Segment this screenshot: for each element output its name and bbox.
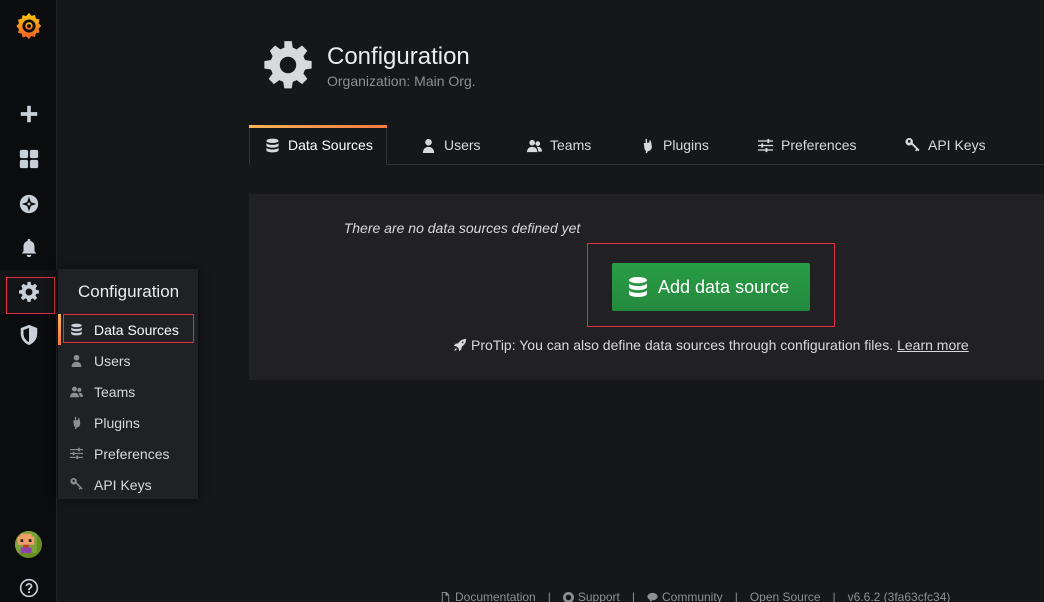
tab-teams[interactable]: Teams bbox=[526, 125, 591, 165]
tab-users[interactable]: Users bbox=[420, 125, 481, 165]
configuration-flyout-menu: Configuration Data Sources Users Teams P… bbox=[58, 269, 198, 499]
flyout-item-label: Plugins bbox=[94, 414, 140, 431]
gear-icon[interactable] bbox=[0, 270, 57, 314]
shield-icon[interactable] bbox=[0, 313, 57, 357]
avatar[interactable] bbox=[0, 522, 57, 566]
flyout-item-data-sources[interactable]: Data Sources bbox=[58, 314, 198, 345]
tab-data-sources[interactable]: Data Sources bbox=[249, 125, 387, 165]
database-icon bbox=[627, 276, 649, 298]
tab-preferences[interactable]: Preferences bbox=[757, 125, 856, 165]
flyout-item-label: API Keys bbox=[94, 476, 152, 493]
rocket-icon bbox=[453, 338, 467, 352]
footer-support-link[interactable]: Support bbox=[562, 590, 620, 602]
tab-label: Data Sources bbox=[288, 137, 373, 153]
add-data-source-label: Add data source bbox=[658, 276, 790, 297]
flyout-title: Configuration bbox=[78, 282, 180, 301]
question-icon[interactable] bbox=[0, 566, 57, 602]
footer-support-label: Support bbox=[577, 590, 620, 602]
footer-documentation-link[interactable]: Documentation bbox=[440, 590, 536, 602]
tab-label: Plugins bbox=[663, 137, 709, 153]
sliders-icon bbox=[757, 137, 773, 153]
plug-icon bbox=[639, 137, 655, 153]
footer-version: v6.6.2 (3fa63cfc34) bbox=[848, 590, 951, 602]
flyout-item-api-keys[interactable]: API Keys bbox=[58, 469, 198, 500]
footer-version-label: v6.6.2 (3fa63cfc34) bbox=[847, 590, 951, 602]
protip-text: ProTip: You can also define data sources… bbox=[471, 337, 894, 353]
footer-open-source-label: Open Source bbox=[749, 590, 821, 602]
users-icon bbox=[69, 385, 83, 399]
tab-label: Users bbox=[444, 137, 481, 153]
sliders-icon bbox=[69, 447, 83, 461]
flyout-item-plugins[interactable]: Plugins bbox=[58, 407, 198, 438]
user-icon bbox=[420, 137, 436, 153]
dashboards-grid-icon[interactable] bbox=[0, 137, 57, 181]
footer-separator: | bbox=[734, 590, 738, 602]
footer-separator: | bbox=[832, 590, 836, 602]
flyout-item-preferences[interactable]: Preferences bbox=[58, 438, 198, 469]
tab-label: API Keys bbox=[928, 137, 986, 153]
users-icon bbox=[526, 137, 542, 153]
flyout-item-label: Teams bbox=[94, 383, 136, 400]
footer-separator: | bbox=[631, 590, 635, 602]
key-icon bbox=[904, 137, 920, 153]
flyout-item-label: Users bbox=[94, 352, 131, 369]
footer-community-link[interactable]: Community bbox=[647, 590, 723, 602]
highlight-frame bbox=[6, 277, 55, 314]
footer-documentation-label: Documentation bbox=[455, 590, 536, 602]
grafana-logo-icon[interactable] bbox=[0, 4, 57, 48]
tab-label: Teams bbox=[550, 137, 592, 153]
side-menu bbox=[0, 0, 57, 602]
flyout-item-label: Preferences bbox=[94, 445, 170, 462]
flyout-item-users[interactable]: Users bbox=[58, 345, 198, 376]
plug-icon bbox=[69, 416, 83, 430]
database-icon bbox=[264, 137, 280, 153]
flyout-item-teams[interactable]: Teams bbox=[58, 376, 198, 407]
tab-label: Preferences bbox=[781, 137, 857, 153]
page-title: Configuration bbox=[327, 43, 470, 70]
lifebuoy-icon bbox=[562, 591, 574, 602]
gear-icon bbox=[262, 39, 314, 91]
highlight-frame bbox=[63, 314, 194, 343]
tab-api-keys[interactable]: API Keys bbox=[904, 125, 986, 165]
empty-state-message: There are no data sources defined yet bbox=[343, 220, 581, 236]
create-plus-icon[interactable] bbox=[0, 92, 57, 136]
protip: ProTip: You can also define data sources… bbox=[453, 337, 969, 353]
footer-separator: | bbox=[547, 590, 551, 602]
user-icon bbox=[69, 354, 83, 368]
comments-icon bbox=[647, 592, 658, 602]
add-data-source-button[interactable]: Add data source bbox=[612, 263, 810, 311]
footer-open-source-link[interactable]: Open Source bbox=[750, 590, 821, 602]
page-subtitle: Organization: Main Org. bbox=[327, 73, 476, 89]
key-icon bbox=[69, 478, 83, 492]
footer: Documentation | Support | Community | Op… bbox=[440, 590, 950, 602]
tab-plugins[interactable]: Plugins bbox=[639, 125, 709, 165]
document-icon bbox=[441, 591, 450, 602]
learn-more-link[interactable]: Learn more bbox=[897, 337, 969, 353]
footer-community-label: Community bbox=[662, 590, 723, 602]
